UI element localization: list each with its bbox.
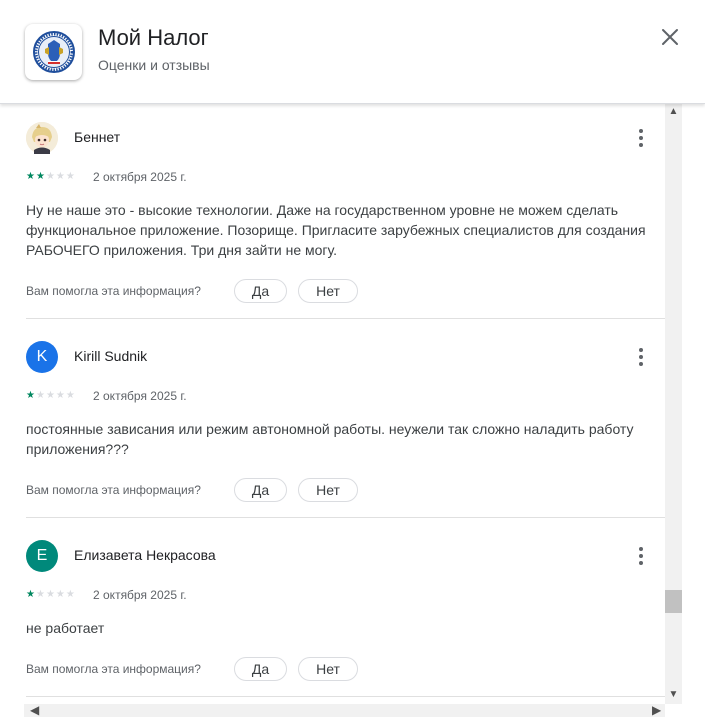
star-icon: ★ [65, 390, 75, 401]
more-vert-icon [639, 348, 643, 366]
more-vert-icon [639, 129, 643, 147]
review-text: не работает [26, 620, 105, 636]
user-avatar-image-icon [26, 122, 58, 154]
star-icon: ★ [65, 589, 75, 600]
helpful-no-button[interactable]: Нет [298, 478, 358, 502]
divider [26, 318, 665, 319]
scroll-up-icon[interactable]: ▲ [665, 106, 682, 117]
review-item: K Kirill Sudnik ★ ★ ★ ★ ★ 2 октября 2025 г. … [26, 341, 665, 541]
star-rating: ★ ★ ★ ★ ★ [26, 391, 75, 401]
star-icon: ★ [26, 589, 35, 600]
more-vert-icon [639, 547, 643, 565]
page-title: Мой Налог [98, 25, 209, 50]
helpful-no-button[interactable]: Нет [298, 657, 358, 681]
more-options-button[interactable] [631, 124, 651, 152]
vertical-scroll-thumb[interactable] [665, 590, 682, 613]
scroll-down-icon[interactable]: ▼ [665, 689, 682, 700]
helpful-no-button[interactable]: Нет [298, 279, 358, 303]
review-date: 2 октября 2025 г. [93, 170, 187, 184]
review-author: Kirill Sudnik [74, 348, 148, 364]
page-subtitle: Оценки и отзывы [98, 57, 210, 73]
fns-emblem-icon [32, 31, 75, 73]
review-author: Елизавета Некрасова [74, 547, 216, 563]
star-icon: ★ [65, 171, 75, 182]
avatar [26, 122, 58, 154]
divider [26, 517, 665, 518]
star-icon: ★ [35, 390, 45, 401]
review-date: 2 октября 2025 г. [93, 588, 187, 602]
star-icon: ★ [26, 171, 35, 182]
avatar: K [26, 341, 58, 373]
reviews-list: Беннет ★ ★ ★ ★ ★ 2 октября 2025 г. Ну не наш… [0, 104, 665, 704]
helpful-yes-button[interactable]: Да [234, 279, 287, 303]
review-item: E Елизавета Некрасова ★ ★ ★ ★ ★ 2 октября 20… [26, 540, 665, 704]
star-icon: ★ [35, 171, 45, 182]
helpful-question: Вам помогла эта информация? [26, 662, 201, 676]
scroll-left-icon[interactable]: ◀ [30, 704, 39, 717]
more-options-button[interactable] [631, 542, 651, 570]
scroll-right-icon[interactable]: ▶ [652, 704, 661, 717]
more-options-button[interactable] [631, 343, 651, 371]
helpful-yes-button[interactable]: Да [234, 657, 287, 681]
helpful-question: Вам помогла эта информация? [26, 483, 201, 497]
star-icon: ★ [45, 390, 55, 401]
star-icon: ★ [45, 589, 55, 600]
app-header: Мой Налог Оценки и отзывы [0, 0, 705, 104]
star-icon: ★ [35, 589, 45, 600]
review-text: постоянные зависания или режим автономно… [26, 421, 634, 457]
close-icon [662, 29, 678, 45]
app-icon [25, 24, 82, 80]
helpful-question: Вам помогла эта информация? [26, 284, 201, 298]
review-item: Беннет ★ ★ ★ ★ ★ 2 октября 2025 г. Ну не наш… [26, 122, 665, 322]
star-icon: ★ [55, 171, 65, 182]
star-icon: ★ [55, 390, 65, 401]
avatar-letter: E [36, 547, 48, 564]
review-date: 2 октября 2025 г. [93, 389, 187, 403]
star-rating: ★ ★ ★ ★ ★ [26, 172, 75, 182]
divider [26, 696, 665, 697]
horizontal-scrollbar[interactable] [24, 704, 665, 717]
star-icon: ★ [26, 390, 35, 401]
close-button[interactable] [654, 21, 686, 53]
vertical-scrollbar[interactable] [665, 104, 682, 704]
helpful-yes-button[interactable]: Да [234, 478, 287, 502]
avatar-letter: K [36, 348, 48, 365]
star-icon: ★ [55, 589, 65, 600]
avatar: E [26, 540, 58, 572]
review-author: Беннет [74, 129, 121, 145]
star-rating: ★ ★ ★ ★ ★ [26, 590, 75, 600]
review-text: Ну не наше это - высокие технологии. Даж… [26, 202, 646, 258]
star-icon: ★ [45, 171, 55, 182]
